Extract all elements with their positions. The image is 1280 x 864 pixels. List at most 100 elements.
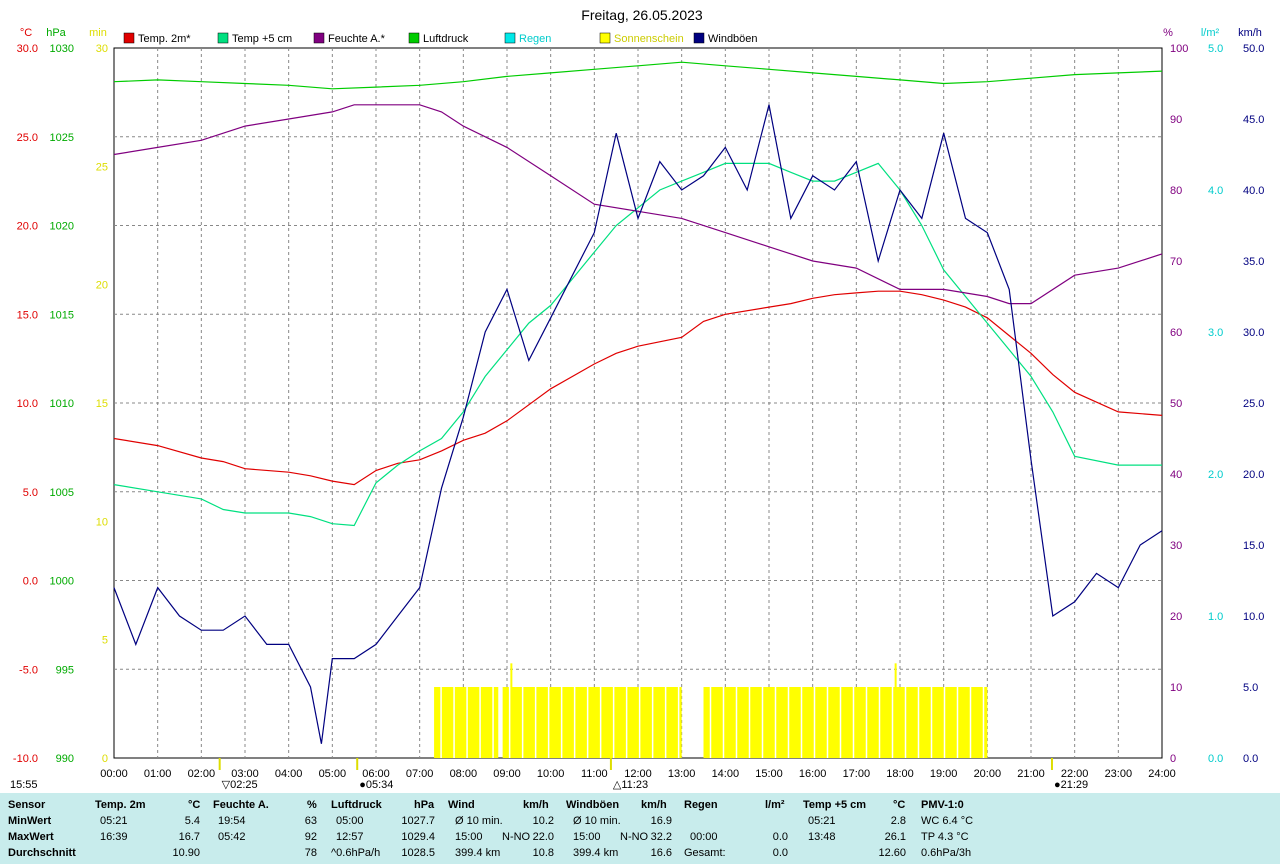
humidity-max-time: 05:42 xyxy=(218,831,246,843)
pressure-min-time: 05:00 xyxy=(336,815,364,827)
rain-tick-label: 1.0 xyxy=(1208,611,1223,623)
x-tick-label: 01:00 xyxy=(144,768,172,780)
wind-tick-label: 20.0 xyxy=(1243,469,1264,481)
x-tick-label: 07:00 xyxy=(406,768,434,780)
humidity-tick-label: 70 xyxy=(1170,256,1182,268)
temp2m-max-time: 16:39 xyxy=(100,831,128,843)
pressure-trend: ^0.6hPa/h xyxy=(331,847,381,859)
sun-tick-label: 5 xyxy=(102,635,108,647)
stats-header-rain: Regen xyxy=(684,799,718,811)
wind-tick-label: 25.0 xyxy=(1243,398,1264,410)
x-tick-label: 17:00 xyxy=(843,768,871,780)
temp5cm-min-value: 2.8 xyxy=(890,815,906,827)
pressure-tick-label: 990 xyxy=(56,753,74,765)
stats-header-wind-unit: km/h xyxy=(523,799,549,811)
legend-swatch xyxy=(504,32,516,44)
temp-tick-label: -5.0 xyxy=(19,664,38,676)
humidity-tick-label: 50 xyxy=(1170,398,1182,410)
stats-header-sensor: Sensor xyxy=(8,799,46,811)
humidity-tick-label: 30 xyxy=(1170,540,1182,552)
temp5cm-min-time: 05:21 xyxy=(808,815,836,827)
x-tick-label: 24:00 xyxy=(1148,768,1176,780)
marker-label: ●21:29 xyxy=(1054,779,1088,791)
legend-swatch xyxy=(599,32,611,44)
wind-max-value: 22.0 xyxy=(532,831,554,843)
rain-total-value: 0.0 xyxy=(772,847,788,859)
legend-swatch xyxy=(217,32,229,44)
temp-tick-label: 20.0 xyxy=(17,221,38,233)
humidity-tick-label: 10 xyxy=(1170,682,1182,694)
corner-time: 15:55 xyxy=(10,779,38,791)
pmv-tp: TP 4.3 °C xyxy=(921,831,969,843)
temp2m-max-value: 16.7 xyxy=(178,831,200,843)
wind-avg10-value: 10.2 xyxy=(532,815,554,827)
pressure-axis-unit: hPa xyxy=(46,27,66,39)
legend-swatch xyxy=(408,32,420,44)
stats-header-pressure-unit: hPa xyxy=(414,799,435,811)
x-tick-label: 18:00 xyxy=(886,768,914,780)
stats-row-max: MaxWert xyxy=(8,831,54,843)
temp-tick-label: 10.0 xyxy=(17,398,38,410)
sun-tick-label: 30 xyxy=(96,43,108,55)
stats-header-pmv: PMV-1:0 xyxy=(921,799,964,811)
x-tick-label: 05:00 xyxy=(319,768,347,780)
x-tick-label: 13:00 xyxy=(668,768,696,780)
temp-tick-label: 0.0 xyxy=(23,576,38,588)
gusts-distance: 399.4 km xyxy=(573,847,619,859)
sunshine-bar xyxy=(434,687,499,758)
stats-row-avg: Durchschnitt xyxy=(8,847,76,859)
x-tick-label: 16:00 xyxy=(799,768,827,780)
humidity-tick-label: 60 xyxy=(1170,327,1182,339)
rain-axis-unit: l/m² xyxy=(1201,27,1220,39)
temp-tick-label: 15.0 xyxy=(17,309,38,321)
x-tick-label: 20:00 xyxy=(974,768,1002,780)
marker-label: △11:23 xyxy=(613,779,648,791)
marker-label: ▽02:25 xyxy=(222,779,258,791)
pressure-tick-label: 1005 xyxy=(50,487,74,499)
temp5cm-avg-value: 12.60 xyxy=(878,847,906,859)
sun-tick-label: 25 xyxy=(96,161,108,173)
pmv-wc: WC 6.4 °C xyxy=(921,815,974,827)
pressure-avg-value: 1028.5 xyxy=(401,847,435,859)
x-tick-label: 11:00 xyxy=(581,768,608,780)
stats-header-temp5cm: Temp +5 cm xyxy=(803,799,867,811)
chart-title: Freitag, 26.05.2023 xyxy=(581,7,703,23)
stats-header-temp2m-unit: °C xyxy=(188,799,201,811)
gusts-avg10-value: 16.9 xyxy=(650,815,672,827)
pressure-max-time: 12:57 xyxy=(336,831,364,843)
temp5cm-max-time: 13:48 xyxy=(808,831,836,843)
temp-tick-label: 30.0 xyxy=(17,43,38,55)
temp-tick-label: 25.0 xyxy=(17,132,38,144)
pressure-tick-label: 1025 xyxy=(50,132,74,144)
sun-tick-label: 15 xyxy=(96,398,108,410)
legend-swatch xyxy=(123,32,135,44)
temp2m-min-value: 5.4 xyxy=(184,815,200,827)
temp2m-avg-value: 10.90 xyxy=(172,847,200,859)
sunshine-bar xyxy=(502,687,682,758)
x-tick-label: 14:00 xyxy=(712,768,740,780)
wind-avg10-label: Ø 10 min. xyxy=(455,815,503,827)
wind-tick-label: 40.0 xyxy=(1243,185,1264,197)
stats-header-gusts: Windböen xyxy=(566,799,620,811)
x-tick-label: 02:00 xyxy=(188,768,216,780)
wind-tick-label: 50.0 xyxy=(1243,43,1264,55)
stats-header-gusts-unit: km/h xyxy=(641,799,667,811)
x-tick-label: 21:00 xyxy=(1017,768,1045,780)
pressure-tick-label: 1015 xyxy=(50,309,74,321)
rain-tick-label: 3.0 xyxy=(1208,327,1223,339)
legend-swatch xyxy=(693,32,705,44)
gusts-avg10-label: Ø 10 min. xyxy=(573,815,621,827)
wind-avg-value: 10.8 xyxy=(532,847,554,859)
humidity-tick-label: 0 xyxy=(1170,753,1176,765)
wind-tick-label: 10.0 xyxy=(1243,611,1264,623)
humidity-tick-label: 80 xyxy=(1170,185,1182,197)
temp2m-min-time: 05:21 xyxy=(100,815,128,827)
pressure-tick-label: 1000 xyxy=(50,576,74,588)
legend-label: Temp +5 cm xyxy=(232,33,292,45)
gusts-max-time: 15:00 xyxy=(573,831,601,843)
pressure-max-value: 1029.4 xyxy=(401,831,435,843)
temp-tick-label: -10.0 xyxy=(13,753,38,765)
humidity-tick-label: 90 xyxy=(1170,114,1182,126)
rain-tick-label: 4.0 xyxy=(1208,185,1223,197)
humidity-tick-label: 20 xyxy=(1170,611,1182,623)
